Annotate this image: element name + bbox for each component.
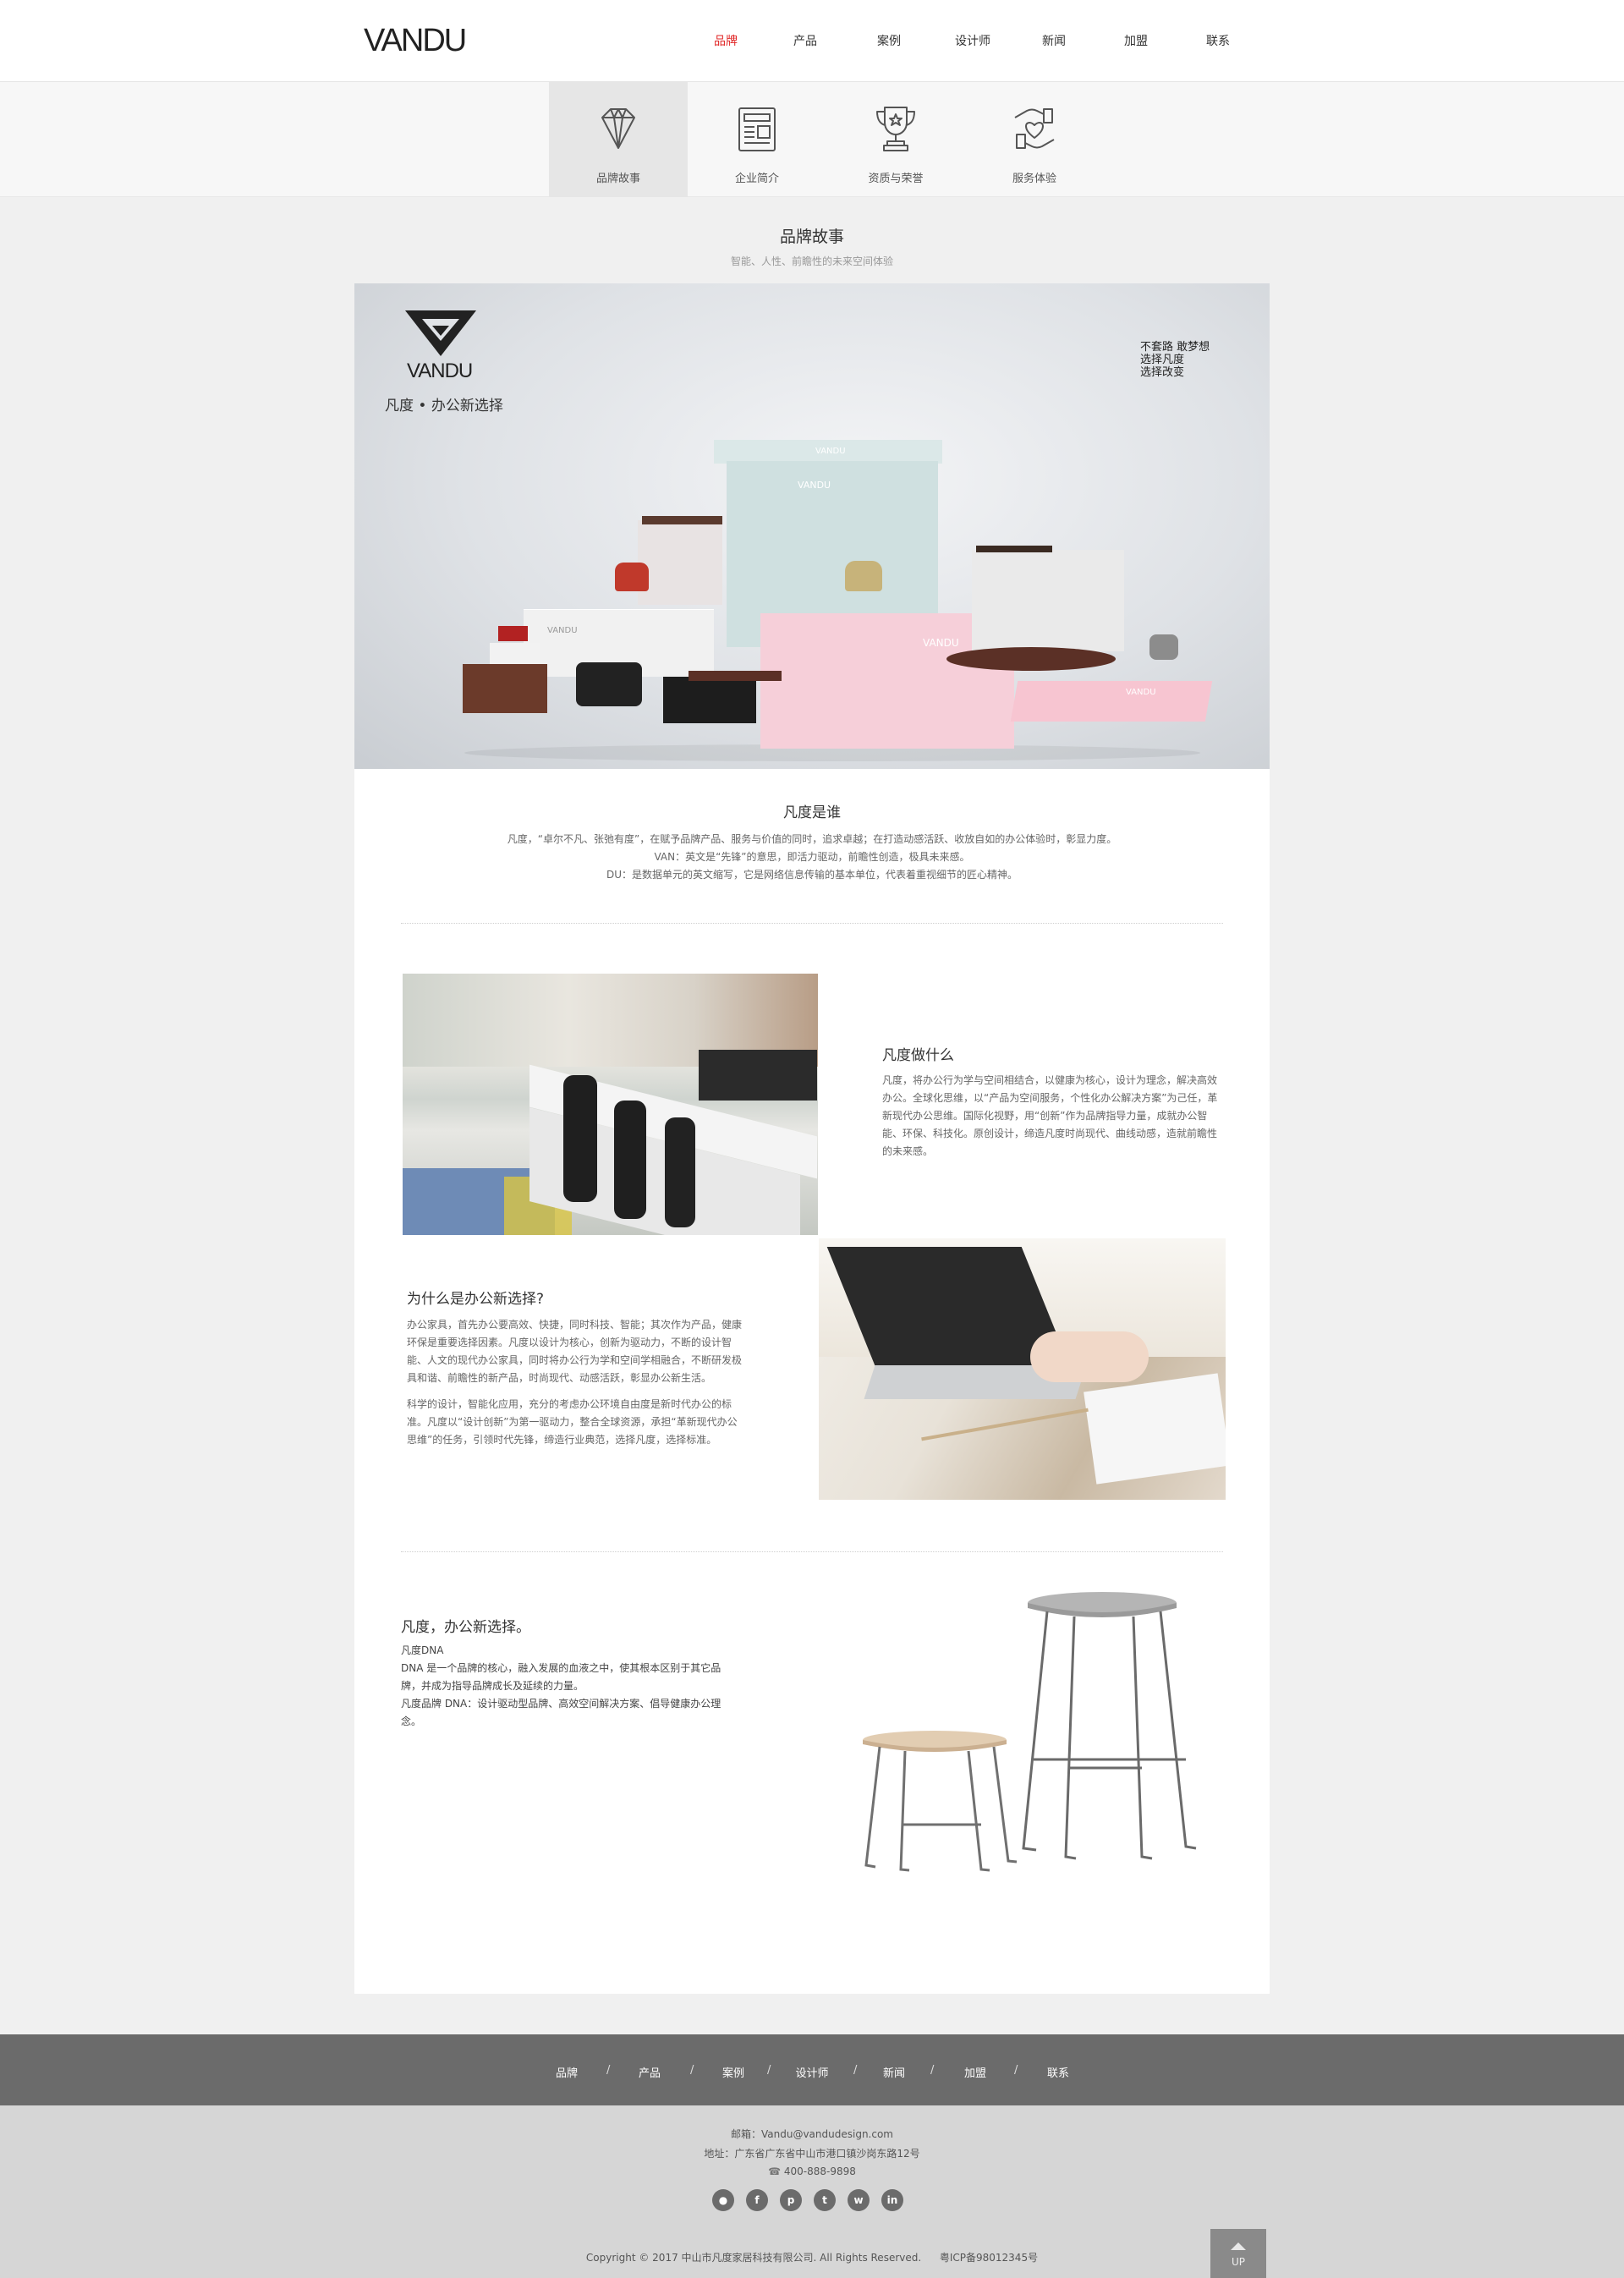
- footer-nav-franchise[interactable]: 加盟: [941, 2064, 1009, 2080]
- back-to-top-button[interactable]: UP: [1210, 2229, 1266, 2278]
- what-title: 凡度做什么: [882, 1047, 954, 1064]
- nav-item-cases[interactable]: 案例: [859, 32, 919, 49]
- up-label: UP: [1231, 2256, 1246, 2268]
- facebook-icon[interactable]: f: [746, 2189, 768, 2211]
- subnav-company-profile[interactable]: 企业简介: [688, 82, 826, 197]
- nav-item-contact[interactable]: 联系: [1188, 32, 1248, 49]
- trophy-icon: [876, 107, 915, 151]
- footer-nav-separator: /: [606, 2064, 611, 2077]
- hero-banner: VANDU 凡度 • 办公新选择 不套路 敢梦想 选择凡度 选择改变 VANDU…: [354, 283, 1270, 769]
- footer-nav-cases[interactable]: 案例: [700, 2064, 767, 2080]
- subnav-honors[interactable]: 资质与荣誉: [826, 82, 965, 197]
- dna-title: 凡度，办公新选择。: [401, 1619, 530, 1636]
- subnav-service[interactable]: 服务体验: [965, 82, 1104, 197]
- footer-phone: 400-888-9898: [783, 2165, 856, 2177]
- arrow-up-icon: [1231, 2242, 1246, 2250]
- who-title: 凡度是谁: [783, 804, 841, 821]
- subnav-label: 品牌故事: [595, 173, 640, 185]
- diamond-icon: [601, 108, 635, 149]
- pinterest-icon[interactable]: p: [780, 2189, 802, 2211]
- dna-text: 凡度DNA DNA 是一个品牌的核心，融入发展的血液之中，使其根本区别于其它品牌…: [401, 1644, 721, 1727]
- why-paragraph-1: 办公家具，首先办公要高效、快捷，同时科技、智能；其次作为产品，健康环保是重要选择…: [407, 1319, 743, 1384]
- divider: [401, 923, 1223, 924]
- section-title: 品牌故事: [779, 228, 844, 246]
- footer-nav-designers[interactable]: 设计师: [778, 2064, 846, 2080]
- footer-nav-separator: /: [690, 2064, 694, 2077]
- footer-address: 地址：广东省广东省中山市港口镇沙岗东路12号: [704, 2148, 920, 2160]
- office-photo: [403, 974, 818, 1235]
- wechat-icon[interactable]: ●: [712, 2189, 734, 2211]
- subnav-label: 服务体验: [1012, 173, 1056, 185]
- footer-email: 邮箱：Vandu@vandudesign.com: [731, 2128, 893, 2140]
- heart-hand-icon: [1014, 108, 1055, 149]
- footer-nav-separator: /: [767, 2064, 771, 2077]
- footer-nav-separator: /: [853, 2064, 858, 2077]
- hero-tagline: 凡度 • 办公新选择: [385, 398, 503, 414]
- document-icon: [738, 107, 776, 151]
- twitter-icon[interactable]: t: [814, 2189, 836, 2211]
- linkedin-icon[interactable]: in: [881, 2189, 903, 2211]
- site-logo[interactable]: VANDU: [364, 23, 467, 59]
- hero-slogan: 不套路 敢梦想 选择凡度 选择改变: [1140, 341, 1210, 379]
- nav-item-news[interactable]: 新闻: [1024, 32, 1084, 49]
- footer-nav-news[interactable]: 新闻: [860, 2064, 928, 2080]
- copyright-text: Copyright © 2017 中山市凡度家居科技有限公司. All Righ…: [585, 2252, 922, 2264]
- laptop-photo: [819, 1238, 1226, 1500]
- footer-phone-row: ☎ 400-888-9898: [0, 2165, 1624, 2177]
- subnav-label: 企业简介: [734, 173, 779, 185]
- footer-nav-brand[interactable]: 品牌: [533, 2064, 601, 2080]
- brand-emblem: [405, 310, 476, 356]
- divider: [401, 1551, 1223, 1552]
- footer-copyright-row: Copyright © 2017 中山市凡度家居科技有限公司. All Righ…: [0, 2250, 1624, 2264]
- section-subtitle: 智能、人性、前瞻性的未来空间体验: [730, 255, 893, 267]
- who-text: 凡度，“卓尔不凡、张弛有度”，在赋予品牌产品、服务与价值的同时，追求卓越；在打造…: [507, 833, 1117, 881]
- why-title: 为什么是办公新选择?: [407, 1291, 545, 1308]
- nav-item-products[interactable]: 产品: [776, 32, 835, 49]
- subnav-brand-story[interactable]: 品牌故事: [549, 82, 688, 197]
- icp-number[interactable]: 粤ICP备98012345号: [940, 2252, 1038, 2264]
- stool-product-image: [863, 1592, 1197, 1872]
- footer-nav-products[interactable]: 产品: [616, 2064, 683, 2080]
- nav-item-brand[interactable]: 品牌: [696, 32, 755, 49]
- weibo-icon[interactable]: w: [848, 2189, 870, 2211]
- phone-icon: ☎: [768, 2165, 784, 2177]
- what-text: 凡度，将办公行为学与空间相结合，以健康为核心，设计为理念，解决高效办公。全球化思…: [882, 1074, 1218, 1157]
- nav-item-franchise[interactable]: 加盟: [1106, 32, 1166, 49]
- hero-brand: VANDU: [407, 360, 473, 382]
- footer-nav-separator: /: [930, 2064, 935, 2077]
- subnav-label: 资质与荣誉: [868, 173, 924, 185]
- footer-nav-contact[interactable]: 联系: [1024, 2064, 1092, 2080]
- footer-nav-separator: /: [1014, 2064, 1018, 2077]
- why-paragraph-2: 科学的设计，智能化应用，充分的考虑办公环境自由度是新时代办公的标准。凡度以“设计…: [407, 1398, 738, 1446]
- nav-item-designers[interactable]: 设计师: [943, 32, 1002, 49]
